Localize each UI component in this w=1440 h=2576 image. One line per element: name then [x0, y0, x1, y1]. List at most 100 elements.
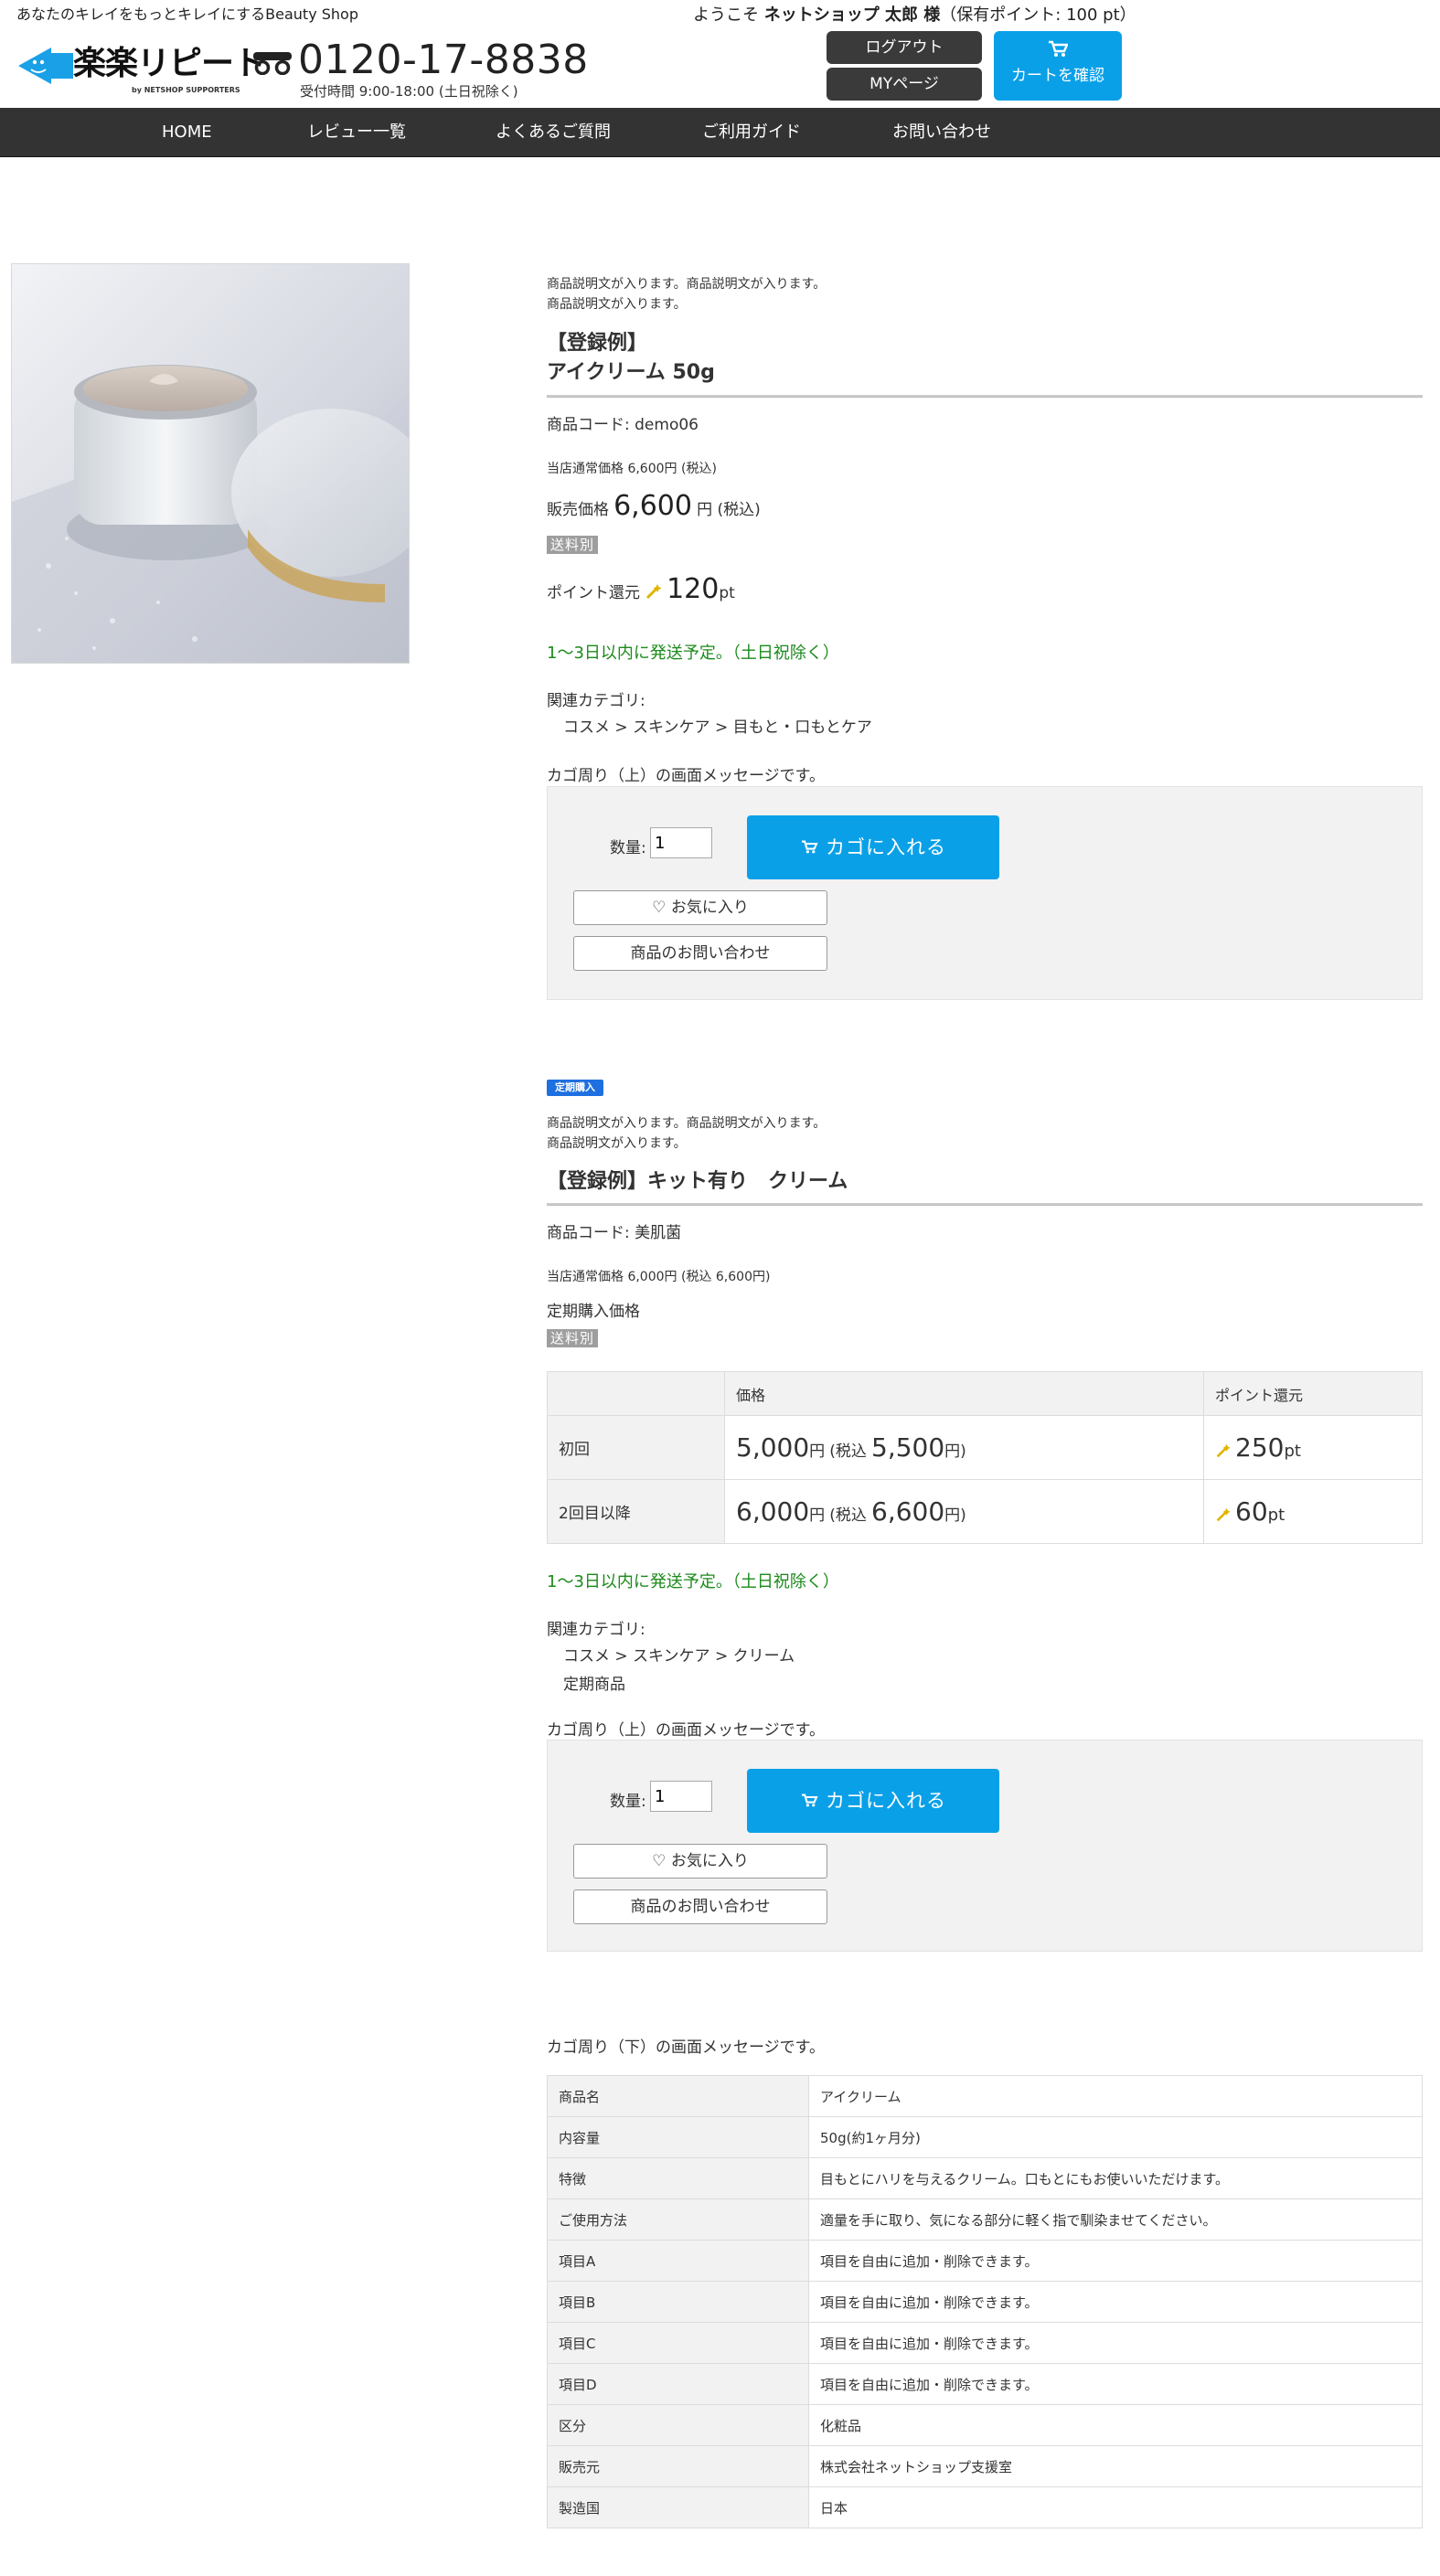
favorite-button[interactable]: ♡ お気に入り	[573, 1844, 827, 1879]
related-categories: 関連カテゴリ: コスメ > スキンケア > クリーム 定期商品	[547, 1616, 1423, 1694]
phone-contact: 0120-17-8838 受付時間 9:00-18:00 (土日祝除く)	[252, 37, 588, 100]
category-link[interactable]: コスメ > スキンケア > 目もと・口もとケア	[547, 714, 1423, 737]
nav-item-reviews[interactable]: レビュー一覧	[307, 108, 406, 157]
description-line: 商品説明文が入ります。	[547, 297, 687, 312]
price-unit: 円	[809, 1506, 826, 1525]
heart-icon: ♡	[652, 899, 667, 917]
logo-text: 楽楽リピート	[73, 45, 266, 82]
product-image[interactable]	[11, 263, 410, 664]
shipping-badge-wrap: 送料別	[547, 1329, 1423, 1347]
global-nav: HOME レビュー一覧 よくあるご質問 ご利用ガイド お問い合わせ	[0, 108, 1440, 157]
spec-key: 販売元	[547, 2445, 809, 2487]
quantity-input[interactable]	[650, 1781, 712, 1812]
spec-value: 化粧品	[808, 2404, 1423, 2446]
spec-key: 項目A	[547, 2240, 809, 2282]
shipping-note: 1〜3日以内に発送予定。（土日祝除く）	[547, 1572, 839, 1591]
spec-value: 適量を手に取り、気になる部分に軽く指で馴染ませてください。	[808, 2198, 1423, 2241]
quantity-label: 数量:	[610, 1793, 646, 1811]
phone-number: 0120-17-8838	[298, 37, 589, 83]
points-unit: pt	[1284, 1442, 1301, 1461]
point-wand-icon	[646, 584, 662, 600]
point-value: 120	[667, 573, 720, 605]
nav-item-guide[interactable]: ご利用ガイド	[702, 108, 801, 157]
cart-box: 数量: カゴに入れる ♡ お気に入り 商品のお問い合わせ	[547, 786, 1423, 1000]
view-cart-button[interactable]: カートを確認	[994, 31, 1122, 101]
table-row: 商品名 アイクリーム	[547, 2075, 1423, 2117]
shipping-badge: 送料別	[547, 536, 599, 554]
description-line: 商品説明文が入ります。	[547, 1136, 687, 1151]
spec-key: 商品名	[547, 2075, 809, 2117]
cart-box: 数量: カゴに入れる ♡ お気に入り 商品のお問い合わせ	[547, 1740, 1423, 1952]
table-row: 2回目以降 6,000円 (税込 6,600円) 60pt	[547, 1479, 1423, 1544]
subscription-title: 【登録例】キット有り クリーム	[547, 1170, 848, 1193]
points-cell: 60pt	[1203, 1479, 1423, 1544]
spec-key: 内容量	[547, 2116, 809, 2158]
table-row: 販売元 株式会社ネットショップ支援室	[547, 2445, 1423, 2487]
nav-item-contact[interactable]: お問い合わせ	[892, 108, 991, 157]
add-to-cart-button[interactable]: カゴに入れる	[747, 1769, 999, 1833]
cart-icon	[802, 840, 818, 854]
logo-subtext: by NETSHOP SUPPORTERS	[132, 86, 240, 94]
nav-item-faq[interactable]: よくあるご質問	[496, 108, 611, 157]
shipping-note: 1〜3日以内に発送予定。（土日祝除く）	[547, 644, 839, 663]
table-row: 項目B 項目を自由に追加・削除できます。	[547, 2281, 1423, 2323]
spec-key: 項目C	[547, 2322, 809, 2364]
favorite-label: お気に入り	[670, 899, 749, 917]
logo-megaphone-icon	[18, 48, 73, 84]
category-label: 関連カテゴリ:	[547, 1621, 645, 1639]
table-header-row: 価格 ポイント還元	[547, 1371, 1423, 1416]
table-row: 項目A 項目を自由に追加・削除できます。	[547, 2240, 1423, 2282]
site-logo[interactable]: 楽楽リピート by NETSHOP SUPPORTERS	[15, 37, 266, 97]
table-row: 初回 5,000円 (税込 5,500円) 250pt	[547, 1415, 1423, 1480]
add-to-cart-button[interactable]: カゴに入れる	[747, 815, 999, 879]
cart-message-top: カゴ周り（上）の画面メッセージです。	[547, 767, 825, 785]
spec-value: アイクリーム	[808, 2075, 1423, 2117]
subscription-price-table: 価格 ポイント還元 初回 5,000円 (税込 5,500円) 250pt 2回…	[547, 1371, 1423, 1544]
table-header: ポイント還元	[1203, 1371, 1423, 1416]
quantity-input[interactable]	[650, 827, 712, 858]
point-wand-icon	[1216, 1443, 1231, 1458]
table-row: 区分 化粧品	[547, 2404, 1423, 2446]
category-link[interactable]: コスメ > スキンケア > クリーム	[547, 1643, 1423, 1666]
price-cell: 6,000円 (税込 6,600円)	[724, 1479, 1204, 1544]
points-cell: 250pt	[1203, 1415, 1423, 1480]
shipping-badge-wrap: 送料別	[547, 536, 1423, 554]
product-inquiry-button[interactable]: 商品のお問い合わせ	[573, 936, 827, 971]
spec-value: 株式会社ネットショップ支援室	[808, 2445, 1423, 2487]
spec-value: 項目を自由に追加・削除できます。	[808, 2363, 1423, 2405]
cream-jar-photo	[12, 264, 409, 663]
site-tagline: あなたのキレイをもっとキレイにするBeauty Shop	[16, 5, 358, 23]
spec-key: ご使用方法	[547, 2198, 809, 2241]
title-divider	[547, 1203, 1423, 1206]
spec-value: 項目を自由に追加・削除できます。	[808, 2322, 1423, 2364]
price-unit: 円	[809, 1442, 826, 1461]
spec-key: 項目D	[547, 2363, 809, 2405]
favorite-button[interactable]: ♡ お気に入り	[573, 890, 827, 925]
tax-unit: 円)	[944, 1506, 966, 1525]
title-line: 【登録例】	[547, 332, 648, 355]
mypage-button[interactable]: MYページ	[827, 68, 982, 101]
spec-key: 項目B	[547, 2281, 809, 2323]
point-reward: ポイント還元 120pt	[547, 573, 1423, 605]
category-link[interactable]: 定期商品	[547, 1671, 1423, 1694]
phone-hours: 受付時間 9:00-18:00 (土日祝除く)	[300, 83, 518, 100]
sale-price: 販売価格 6,600 円 (税込)	[547, 490, 1423, 522]
product-inquiry-button[interactable]: 商品のお問い合わせ	[573, 1889, 827, 1924]
nav-item-home[interactable]: HOME	[162, 108, 212, 157]
logout-button[interactable]: ログアウト	[827, 31, 982, 64]
subscription-description: 商品説明文が入ります。商品説明文が入ります。 商品説明文が入ります。	[547, 1113, 1423, 1154]
view-cart-label: カートを確認	[1011, 67, 1104, 85]
tax-price: 5,500	[871, 1432, 945, 1463]
shipping-badge: 送料別	[547, 1329, 599, 1347]
product-title: 【登録例】 アイクリーム 50g	[547, 329, 1423, 388]
subscription-regular-price: 当店通常価格 6,000円 (税込 6,600円)	[547, 1270, 771, 1284]
welcome-user: ネットショップ 太郎 様	[763, 5, 941, 25]
points-value: 60	[1235, 1496, 1268, 1527]
description-line: 商品説明文が入ります。商品説明文が入ります。	[547, 277, 827, 292]
tax-unit: 円)	[944, 1442, 966, 1461]
table-header: 価格	[724, 1371, 1204, 1416]
sale-price-value: 6,600	[613, 490, 692, 522]
add-to-cart-label: カゴに入れる	[826, 836, 946, 858]
table-row: 項目D 項目を自由に追加・削除できます。	[547, 2363, 1423, 2405]
price-cell: 5,000円 (税込 5,500円)	[724, 1415, 1204, 1480]
